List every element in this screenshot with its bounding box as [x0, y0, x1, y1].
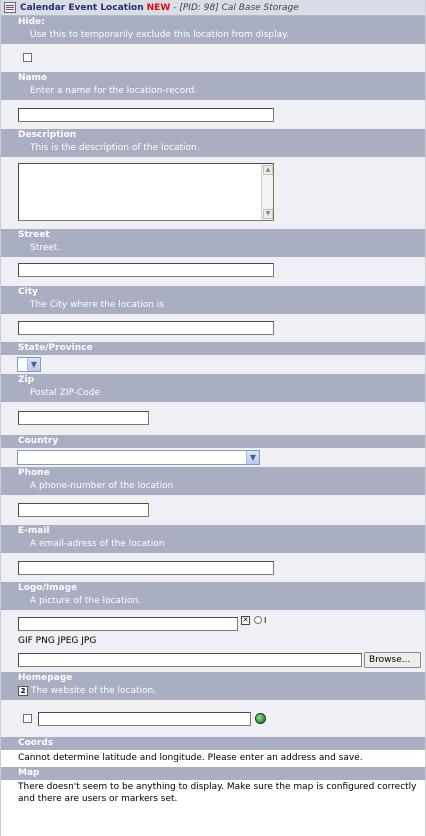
chevron-down-icon: ▼: [246, 451, 259, 464]
allowed-types: GIF PNG JPEG JPG: [18, 636, 97, 646]
logo-description: A picture of the location.: [1, 595, 425, 610]
zip-input[interactable]: [18, 411, 149, 425]
street-row: [1, 257, 425, 286]
name-row: [1, 100, 425, 129]
hide-checkbox[interactable]: [23, 53, 32, 62]
country-select[interactable]: ▼: [17, 450, 260, 465]
new-badge: NEW: [146, 2, 171, 13]
homepage-row: [1, 700, 425, 737]
state-select[interactable]: ▼: [17, 357, 41, 372]
city-row: [1, 314, 425, 342]
email-input[interactable]: [18, 561, 274, 575]
record-title-bar: Calendar Event Location NEW - [PID: 98] …: [1, 0, 425, 16]
country-row: ▼: [1, 448, 425, 467]
name-description: Enter a name for the location-record.: [1, 85, 425, 100]
email-description: A email-adress of the location: [1, 538, 425, 553]
help-icon[interactable]: 2: [18, 686, 28, 696]
logo-row: ✕ I GIF PNG JPEG JPG Browse...: [1, 610, 425, 672]
phone-description: A phone-number of the location: [1, 480, 425, 495]
zip-row: [1, 402, 425, 435]
phone-row: [1, 495, 425, 525]
name-input[interactable]: [18, 108, 274, 122]
coords-message: Cannot determine latitude and longitude.…: [1, 750, 425, 767]
record-title: Calendar Event Location: [20, 2, 144, 13]
record-icon: [4, 2, 16, 13]
homepage-description-row: 2 The website of the location.: [1, 685, 425, 700]
record-meta: - [PID: 98] Cal Base Storage: [173, 2, 299, 13]
form-root: Calendar Event Location NEW - [PID: 98] …: [0, 0, 426, 836]
remove-file-icon[interactable]: ✕: [241, 616, 250, 625]
phone-label: Phone: [1, 467, 425, 480]
state-label: State/Province: [1, 342, 425, 355]
description-label: Description: [1, 129, 425, 142]
logo-label: Logo/Image: [1, 582, 425, 595]
zip-description: Postal ZIP-Code: [1, 387, 425, 402]
description-scrollbar[interactable]: ▲ ▼: [261, 164, 273, 220]
globe-icon[interactable]: [255, 713, 266, 724]
name-label: Name: [1, 72, 425, 85]
hide-label: Hide:: [1, 16, 425, 29]
homepage-input[interactable]: [38, 712, 251, 726]
file-radio[interactable]: [254, 616, 262, 624]
logo-upload-input[interactable]: [18, 653, 362, 667]
country-label: Country: [1, 435, 425, 448]
scroll-up-icon[interactable]: ▲: [263, 165, 273, 175]
description-row: ▲ ▼: [1, 157, 425, 229]
scroll-down-icon[interactable]: ▼: [263, 209, 273, 219]
street-input[interactable]: [18, 263, 274, 277]
homepage-description: The website of the location.: [31, 686, 157, 696]
coords-label: Coords: [1, 737, 425, 750]
map-message: There doesn't seem to be anything to dis…: [1, 780, 425, 806]
description-description: This is the description of the location.: [1, 142, 425, 157]
hide-row: [1, 44, 425, 72]
hide-description: Use this to temporarily exclude this loc…: [1, 29, 425, 44]
file-marker: I: [264, 616, 267, 625]
browse-button[interactable]: Browse...: [364, 652, 421, 668]
phone-input[interactable]: [18, 503, 149, 517]
street-label: Street: [1, 229, 425, 242]
description-textarea[interactable]: ▲ ▼: [18, 163, 274, 221]
city-input[interactable]: [18, 321, 274, 335]
email-row: [1, 553, 425, 582]
email-label: E-mail: [1, 525, 425, 538]
city-description: The City where the location is: [1, 299, 425, 314]
state-row: ▼: [1, 355, 425, 374]
chevron-down-icon: ▼: [27, 358, 40, 371]
zip-label: Zip: [1, 374, 425, 387]
logo-file-list[interactable]: [18, 617, 238, 631]
homepage-label: Homepage: [1, 672, 425, 685]
city-label: City: [1, 286, 425, 299]
street-description: Street.: [1, 242, 425, 257]
homepage-checkbox[interactable]: [23, 714, 32, 723]
map-label: Map: [1, 767, 425, 780]
